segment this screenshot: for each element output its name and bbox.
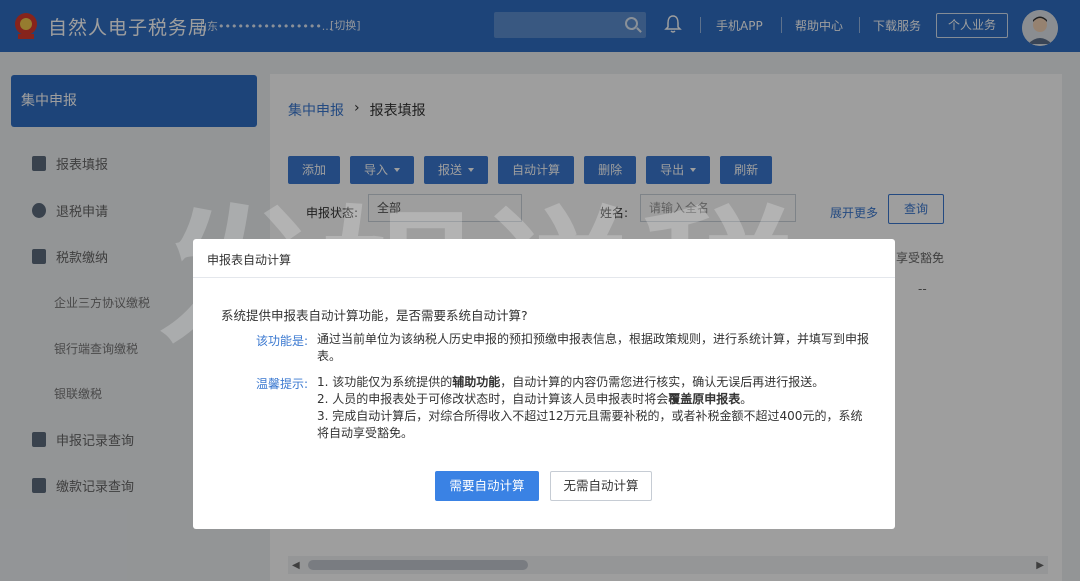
tip-label: 温馨提示: (256, 377, 309, 391)
tip-item: 3. 完成自动计算后，对综合所得收入不超过12万元且需要补税的，或者补税金额不超… (317, 409, 863, 440)
tip-item: 1. 该功能仅为系统提供的辅助功能，自动计算的内容仍需您进行核实，确认无误后再进… (317, 375, 825, 389)
tip-item: 2. 人员的申报表处于可修改状态时，自动计算该人员申报表时将会覆盖原申报表。 (317, 392, 753, 406)
dialog-title: 申报表自动计算 (207, 253, 292, 267)
dialog-divider (193, 277, 895, 278)
feature-label: 该功能是: (256, 334, 309, 348)
need-auto-calc-button[interactable]: 需要自动计算 (435, 471, 539, 501)
auto-calc-dialog: 申报表自动计算 系统提供申报表自动计算功能，是否需要系统自动计算? 该功能是: … (193, 239, 895, 529)
no-auto-calc-button[interactable]: 无需自动计算 (550, 471, 652, 501)
feature-text: 通过当前单位为该纳税人历史申报的预扣预缴申报表信息，根据政策规则，进行系统计算，… (317, 332, 870, 363)
tip-list: 1. 该功能仅为系统提供的辅助功能，自动计算的内容仍需您进行核实，确认无误后再进… (317, 374, 873, 442)
dialog-question: 系统提供申报表自动计算功能，是否需要系统自动计算? (221, 308, 528, 323)
